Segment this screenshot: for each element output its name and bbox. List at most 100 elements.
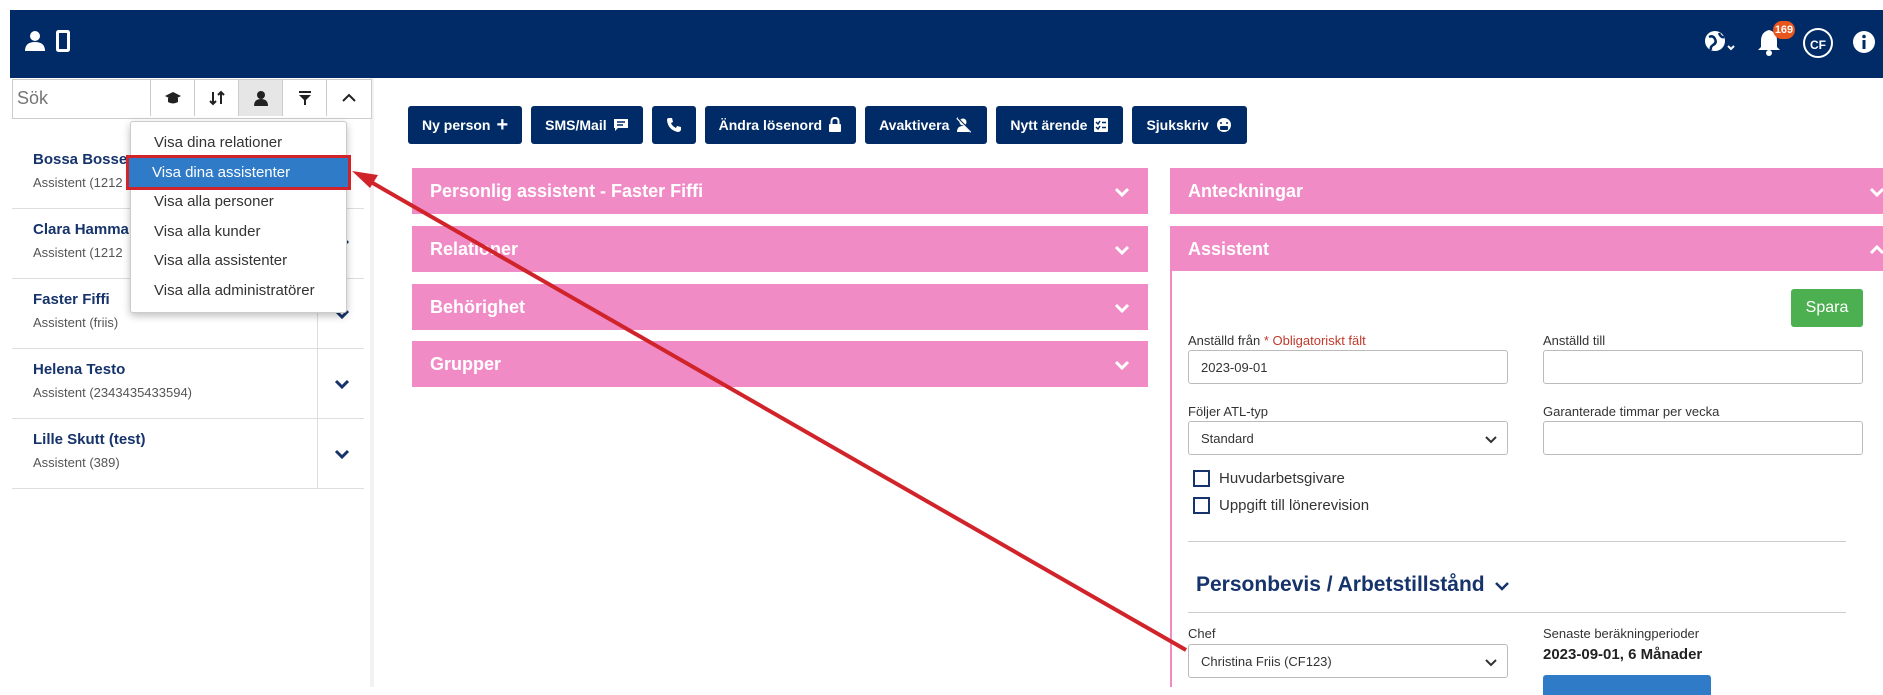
person-name: Clara Hamma (33, 221, 129, 238)
plus-icon: + (496, 113, 509, 136)
new-case-button[interactable]: Nytt ärende (996, 106, 1124, 144)
chevron-down-icon (1869, 168, 1883, 214)
filter-dropdown-menu: Visa dina relationer Visa dina assistent… (126, 121, 351, 313)
panel-title: Relationer (430, 239, 519, 259)
save-button[interactable]: Spara (1791, 289, 1863, 327)
panel-relations[interactable]: Relationer (412, 226, 1148, 272)
panel-personal-assistant[interactable]: Personlig assistent - Faster Fiffi (412, 168, 1148, 214)
user-icon[interactable] (24, 30, 46, 57)
guaranteed-hours-field[interactable] (1543, 421, 1863, 455)
manager-value: Christina Friis (CF123) (1201, 654, 1332, 669)
salary-revision-label: Uppgift till lönerevision (1219, 497, 1370, 514)
person-role: Assistent (2343435433594) (33, 385, 193, 400)
employed-from-field[interactable]: 2023-09-01 (1188, 350, 1508, 384)
sick-face-icon (1216, 118, 1231, 132)
chevron-down-icon (1114, 226, 1130, 272)
dropdown-item-all-assistants[interactable]: Visa alla assistenter (131, 246, 346, 275)
divider (1188, 541, 1846, 542)
person-role: Assistent (389) (33, 455, 120, 470)
chevron-up-icon[interactable] (327, 80, 371, 116)
required-note: * Obligatoriskt fält (1263, 333, 1366, 348)
employed-from-text: Anställd från (1188, 333, 1261, 348)
mobile-icon[interactable] (56, 30, 70, 57)
deactivate-label: Avaktivera (879, 117, 950, 133)
person-row[interactable]: Lille Skutt (test) Assistent (389) (12, 419, 364, 489)
user-avatar[interactable]: CF (1803, 28, 1833, 58)
funnel-icon[interactable] (283, 80, 327, 116)
panel-notes[interactable]: Anteckningar (1170, 168, 1883, 214)
sick-report-label: Sjukskriv (1146, 117, 1209, 133)
change-password-label: Ändra lösenord (718, 117, 823, 133)
left-edge (0, 0, 10, 687)
deactivate-button[interactable]: Avaktivera (865, 106, 988, 144)
panel-title: Anteckningar (1188, 181, 1304, 201)
person-name: Faster Fiffi (33, 291, 110, 308)
notification-badge: 169 (1773, 21, 1795, 39)
new-person-button[interactable]: Ny person + (408, 106, 523, 144)
panel-title: Behörighet (430, 297, 526, 317)
salary-revision-checkbox[interactable] (1193, 497, 1210, 514)
panel-groups[interactable]: Grupper (412, 341, 1148, 387)
employed-to-label: Anställd till (1543, 333, 1606, 348)
atl-type-value: Standard (1201, 431, 1254, 446)
chevron-down-icon (1485, 422, 1497, 456)
manager-select[interactable]: Christina Friis (CF123) (1188, 644, 1508, 678)
latest-periods-value: 2023-09-01, 6 Månader (1543, 646, 1703, 663)
employed-to-field[interactable] (1543, 350, 1863, 384)
top-navbar (10, 10, 1883, 78)
sick-report-button[interactable]: Sjukskriv (1132, 106, 1247, 144)
person-row[interactable]: Helena Testo Assistent (2343435433594) (12, 349, 364, 419)
sms-mail-button[interactable]: SMS/Mail (531, 106, 643, 144)
sort-icon[interactable] (195, 80, 239, 116)
employed-from-label: Anställd från * Obligatoriskt fält (1188, 333, 1366, 348)
chevron-up-icon (1869, 226, 1883, 272)
calculation-button[interactable] (1543, 675, 1711, 695)
action-button-row: Ny person + SMS/Mail Ändra lösenord Avak… (408, 106, 1247, 144)
sms-mail-label: SMS/Mail (545, 117, 607, 133)
latest-periods-label: Senaste beräkningperioder (1543, 626, 1700, 641)
checklist-icon (1094, 118, 1109, 132)
chevron-down-icon (1114, 341, 1130, 387)
person-name: Helena Testo (33, 361, 126, 378)
panel-assistant[interactable]: Assistent (1170, 226, 1883, 272)
chevron-down-icon[interactable] (317, 349, 366, 418)
chevron-down-icon (1485, 645, 1497, 679)
dropdown-item-all-persons[interactable]: Visa alla personer (131, 187, 346, 216)
person-role: Assistent (1212 (33, 175, 123, 190)
graduation-cap-icon[interactable] (151, 80, 195, 116)
change-password-button[interactable]: Ändra lösenord (704, 106, 857, 144)
phone-icon (666, 118, 681, 132)
lock-icon (829, 117, 842, 132)
person-role: Assistent (1212 (33, 245, 123, 260)
dropdown-item-your-relations[interactable]: Visa dina relationer (131, 128, 346, 157)
section-title: Personbevis / Arbetstillstånd (1196, 573, 1485, 596)
panel-title: Assistent (1188, 239, 1270, 259)
globe-icon[interactable] (1704, 30, 1736, 59)
info-icon[interactable] (1852, 30, 1876, 59)
person-name: Lille Skutt (test) (33, 431, 146, 448)
main-employer-checkbox[interactable] (1193, 470, 1210, 487)
user-slash-icon (956, 117, 973, 133)
panel-title: Personlig assistent - Faster Fiffi (430, 181, 704, 201)
dropdown-item-all-customers[interactable]: Visa alla kunder (131, 217, 346, 246)
person-role: Assistent (friis) (33, 315, 119, 330)
new-case-label: Nytt ärende (1010, 117, 1088, 133)
main-employer-label: Huvudarbetsgivare (1219, 470, 1345, 487)
dropdown-item-your-assistants[interactable]: Visa dina assistenter (126, 155, 351, 190)
search-input[interactable] (13, 80, 151, 116)
chevron-down-icon (1114, 168, 1130, 214)
atl-type-label: Följer ATL-typ (1188, 404, 1268, 419)
person-name: Bossa Bosse (33, 151, 128, 168)
panel-permissions[interactable]: Behörighet (412, 284, 1148, 330)
new-person-label: Ny person (422, 117, 491, 133)
person-filter-icon[interactable] (239, 80, 283, 116)
personbevis-section-toggle[interactable]: Personbevis / Arbetstillstånd (1196, 573, 1510, 597)
manager-label: Chef (1188, 626, 1216, 641)
dropdown-item-all-administrators[interactable]: Visa alla administratörer (131, 276, 346, 305)
divider (1188, 612, 1846, 613)
chevron-down-icon[interactable] (317, 419, 366, 488)
chevron-down-icon (1114, 284, 1130, 330)
sidebar-divider (370, 78, 374, 687)
call-button[interactable] (651, 106, 696, 144)
atl-type-select[interactable]: Standard (1188, 421, 1508, 455)
